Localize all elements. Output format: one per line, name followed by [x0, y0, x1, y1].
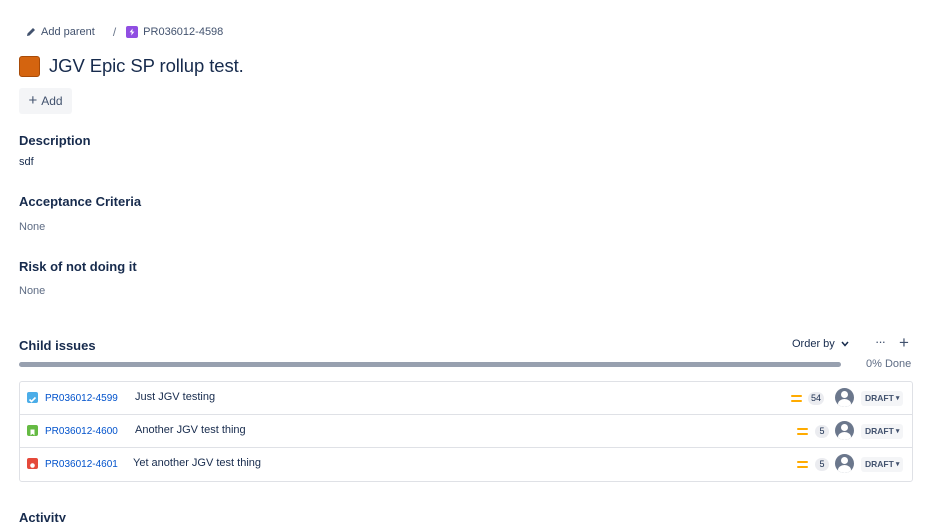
assignee-avatar[interactable]: [835, 421, 854, 440]
more-options-icon[interactable]: ···: [875, 334, 886, 349]
order-by-button[interactable]: Order by: [792, 338, 849, 350]
status-label: DRAFT: [865, 393, 894, 403]
story-points-badge: 5: [815, 425, 829, 438]
child-issue-summary[interactable]: Just JGV testing: [135, 391, 215, 403]
epic-color-square-icon: [19, 55, 40, 77]
acceptance-criteria-value[interactable]: None: [19, 221, 45, 233]
chevron-down-icon: ▾: [895, 428, 900, 435]
story-points-badge: 5: [815, 458, 829, 471]
assignee-avatar[interactable]: [835, 388, 854, 407]
status-label: DRAFT: [865, 459, 894, 469]
child-issues-header: Child issues Order by ··· +: [19, 333, 913, 354]
add-button[interactable]: + Add: [19, 88, 72, 114]
medium-priority-icon: [791, 395, 802, 402]
breadcrumb: Add parent / PR036012-4598: [26, 24, 223, 40]
add-parent-link[interactable]: Add parent: [26, 26, 95, 38]
status-dropdown[interactable]: DRAFT ▾: [861, 457, 904, 472]
chevron-down-icon: ▾: [895, 395, 900, 402]
epic-lightning-icon: [126, 26, 139, 38]
acceptance-criteria-label: Acceptance Criteria: [19, 194, 142, 209]
risk-label: Risk of not doing it: [19, 259, 137, 274]
plus-icon: +: [28, 92, 38, 109]
epic-key-link[interactable]: PR036012-4598: [126, 26, 223, 38]
medium-priority-icon: [797, 428, 808, 435]
activity-heading: Activity: [19, 510, 66, 522]
child-issue-key[interactable]: PR036012-4600: [45, 426, 118, 437]
add-child-issue-icon[interactable]: +: [899, 333, 909, 353]
child-issue-summary[interactable]: Another JGV test thing: [135, 424, 246, 436]
add-parent-label: Add parent: [41, 26, 95, 38]
child-issues-title: Child issues: [19, 338, 96, 353]
pencil-icon: [27, 28, 35, 36]
issue-title[interactable]: JGV Epic SP rollup test.: [49, 55, 244, 77]
status-dropdown[interactable]: DRAFT ▾: [861, 424, 904, 439]
child-issue-row[interactable]: PR036012-4600 Another JGV test thing 5 D…: [20, 415, 912, 448]
status-label: DRAFT: [865, 426, 894, 436]
child-issues-progress-bar: [19, 362, 841, 367]
add-button-label: Add: [41, 94, 63, 108]
child-issue-key[interactable]: PR036012-4599: [45, 393, 118, 404]
progress-done-label: 0% Done: [866, 358, 912, 370]
order-by-label: Order by: [792, 338, 835, 350]
epic-key: PR036012-4598: [143, 26, 224, 38]
bug-type-icon: [27, 458, 38, 469]
child-issue-summary[interactable]: Yet another JGV test thing: [133, 457, 261, 469]
child-issue-row[interactable]: PR036012-4599 Just JGV testing 54 DRAFT …: [20, 382, 912, 415]
story-points-badge: 54: [808, 392, 825, 405]
breadcrumb-separator: /: [112, 25, 117, 39]
issue-title-row: JGV Epic SP rollup test.: [19, 55, 244, 77]
task-type-icon: [27, 392, 38, 403]
assignee-avatar[interactable]: [835, 454, 854, 473]
chevron-down-icon: [841, 341, 849, 347]
child-issue-row[interactable]: PR036012-4601 Yet another JGV test thing…: [20, 448, 912, 481]
description-label: Description: [19, 133, 91, 148]
child-issues-list: PR036012-4599 Just JGV testing 54 DRAFT …: [19, 381, 913, 482]
chevron-down-icon: ▾: [895, 461, 900, 468]
child-issue-key[interactable]: PR036012-4601: [45, 459, 118, 470]
medium-priority-icon: [797, 461, 808, 468]
risk-value[interactable]: None: [19, 285, 45, 297]
status-dropdown[interactable]: DRAFT ▾: [861, 391, 904, 406]
description-value[interactable]: sdf: [19, 156, 34, 168]
story-type-icon: [27, 425, 38, 436]
